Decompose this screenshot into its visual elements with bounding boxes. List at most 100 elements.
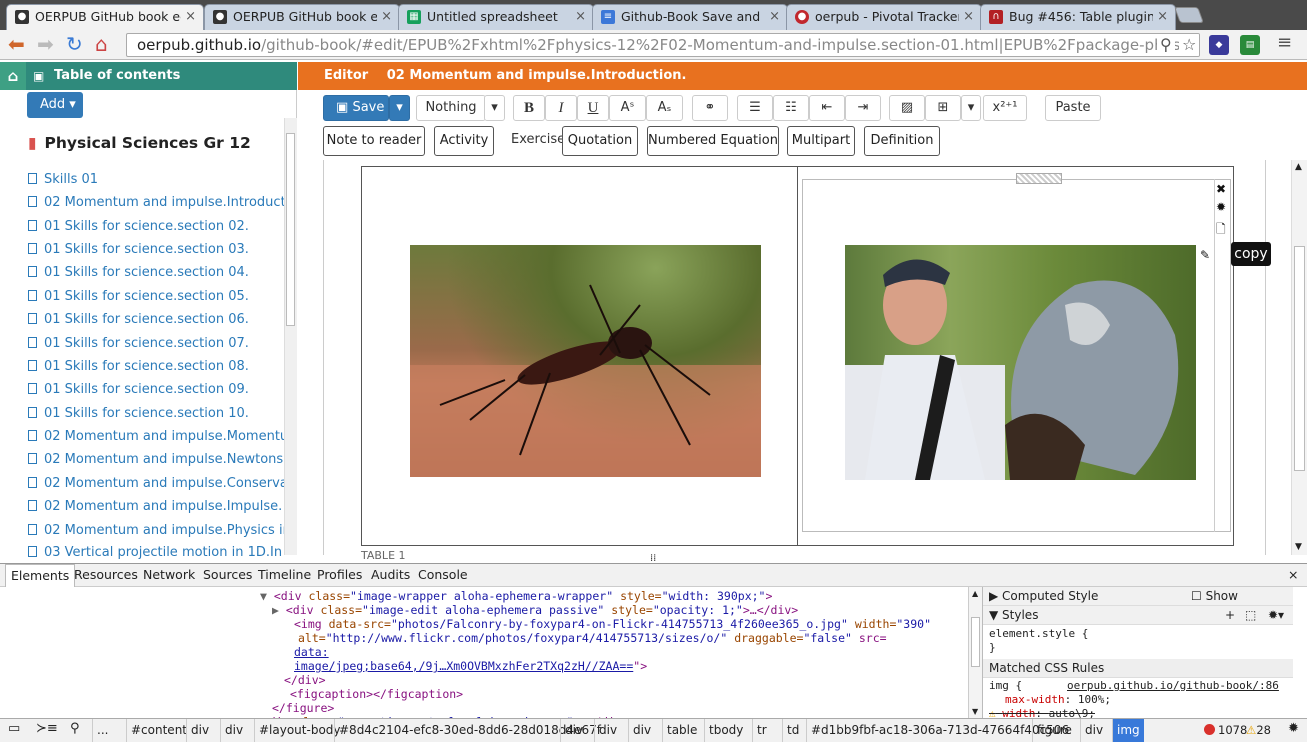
breadcrumb-item[interactable]: figure <box>1032 719 1076 742</box>
activity-button[interactable]: Activity <box>434 126 494 156</box>
dom-node-line[interactable]: </figure> <box>272 701 334 715</box>
close-icon[interactable]: × <box>1157 5 1168 29</box>
tab-network[interactable]: Network <box>143 564 195 587</box>
scroll-up-icon[interactable]: ▲ <box>1295 162 1302 172</box>
toc-item[interactable]: 01 Skills for science.section 02. <box>28 217 284 237</box>
breadcrumb-item[interactable]: img <box>1112 719 1144 742</box>
error-counter[interactable]: 1078 <box>1204 723 1247 737</box>
dock-icon[interactable]: ▭ <box>8 721 20 736</box>
toc-item[interactable]: 02 Momentum and impulse.Conservation <box>28 474 284 494</box>
numbered-list-icon[interactable]: ☷ <box>773 95 809 121</box>
note-to-reader-button[interactable]: Note to reader <box>323 126 425 156</box>
breadcrumb-item[interactable]: div <box>1080 719 1107 742</box>
expand-arrow-icon[interactable]: ▼ <box>260 589 274 603</box>
bookmark-star-icon[interactable]: ☆ <box>1179 34 1199 56</box>
search-icon[interactable]: ⚲ <box>70 721 80 736</box>
save-button[interactable]: ▣ Save <box>323 95 389 121</box>
book-title[interactable]: ▮ Physical Sciences Gr 12 <box>28 134 251 152</box>
scroll-up-icon[interactable]: ▲ <box>972 589 978 598</box>
toc-item[interactable]: 01 Skills for science.section 06. <box>28 310 284 330</box>
search-icon[interactable]: ⚲ <box>1157 34 1175 56</box>
elements-scrollbar[interactable]: ▲ ▼ <box>968 587 982 718</box>
breadcrumb-item[interactable]: ... <box>92 719 112 742</box>
tab-timeline[interactable]: Timeline <box>258 564 311 587</box>
rule-selector[interactable]: img { <box>989 679 1022 692</box>
console-drawer-icon[interactable]: ≻≡ <box>36 721 58 736</box>
toc-item[interactable]: 01 Skills for science.section 03. <box>28 240 284 260</box>
computed-style-section[interactable]: ▶ Computed Style ☐ Show inherited <box>983 587 1293 621</box>
subscript-icon[interactable]: Aₛ <box>646 95 683 121</box>
toc-item[interactable]: 01 Skills for science.section 09. <box>28 380 284 400</box>
browser-tab-1[interactable]: ● OERPUB GitHub book edi × <box>204 4 400 30</box>
toc-item[interactable]: 02 Momentum and impulse.Momentum <box>28 427 284 447</box>
bold-button[interactable]: B <box>513 95 545 121</box>
toc-item[interactable]: 02 Momentum and impulse.Impulse. <box>28 497 284 517</box>
dom-node-line[interactable]: <figcaption></figcaption> <box>290 687 463 701</box>
toc-scroll-thumb[interactable] <box>286 133 295 326</box>
breadcrumb-item[interactable]: tbody <box>704 719 747 742</box>
settings-icon[interactable]: ✹ <box>1288 721 1299 736</box>
close-icon[interactable]: ✖ <box>1216 182 1226 196</box>
save-dropdown[interactable]: ▾ <box>389 95 410 121</box>
close-icon[interactable]: × <box>185 5 196 29</box>
italic-button[interactable]: I <box>545 95 577 121</box>
dom-node-line[interactable]: ▶ <div class="image-edit aloha-ephemera … <box>272 603 798 617</box>
drag-handle[interactable] <box>1016 173 1062 184</box>
underline-button[interactable]: U <box>577 95 609 121</box>
url-bar[interactable]: oerpub.github.io/github-book/#edit/EPUB%… <box>126 33 1200 57</box>
math-button[interactable]: x²⁺¹ <box>983 95 1027 121</box>
close-icon[interactable]: × <box>1288 564 1298 587</box>
breadcrumb-item[interactable]: div <box>560 719 587 742</box>
toc-item[interactable]: Skills 01 <box>28 170 284 190</box>
browser-tab-4[interactable]: ● oerpub - Pivotal Tracker × <box>786 4 982 30</box>
breadcrumb-item[interactable]: td <box>782 719 803 742</box>
extension-icon[interactable]: ◆ <box>1209 35 1229 55</box>
outdent-icon[interactable]: ⇤ <box>809 95 845 121</box>
toc-item[interactable]: 01 Skills for science.section 08. <box>28 357 284 377</box>
tab-elements[interactable]: Elements <box>5 564 76 587</box>
toc-item[interactable]: 02 Momentum and impulse.Newtons <box>28 450 284 470</box>
image-icon[interactable]: ▨ <box>889 95 925 121</box>
definition-button[interactable]: Definition <box>864 126 940 156</box>
toc-item[interactable]: 01 Skills for science.section 05. <box>28 287 284 307</box>
rule-source-link[interactable]: oerpub.github.io/github-book/:86 <box>1067 679 1279 692</box>
close-icon[interactable]: × <box>963 5 974 29</box>
scroll-down-icon[interactable]: ▼ <box>1295 542 1302 552</box>
format-select[interactable]: Nothing <box>416 95 486 121</box>
copy-icon[interactable]: 🗋 <box>1216 220 1226 241</box>
toc-item[interactable]: 01 Skills for science.section 10. <box>28 404 284 424</box>
browser-tab-2[interactable]: ▦ Untitled spreadsheet × <box>398 4 594 30</box>
table-dropdown[interactable]: ▾ <box>961 95 981 121</box>
editor-scrollbar[interactable]: ▲ ▼ <box>1291 160 1307 555</box>
multipart-button[interactable]: Multipart <box>787 126 855 156</box>
dom-node-line[interactable]: </div> <box>284 673 326 687</box>
close-icon[interactable]: × <box>575 5 586 29</box>
scroll-thumb[interactable] <box>971 617 980 667</box>
paste-button[interactable]: Paste <box>1045 95 1101 121</box>
add-rule-icon[interactable]: + <box>1225 606 1235 624</box>
menu-icon[interactable]: ≡ <box>1277 32 1292 54</box>
dom-node-line[interactable]: alt="http://www.flickr.com/photos/foxypa… <box>298 631 887 645</box>
extension-icon[interactable]: ▤ <box>1240 35 1260 55</box>
tab-console[interactable]: Console <box>418 564 468 587</box>
table-icon[interactable]: ⊞ <box>925 95 961 121</box>
dom-node-line[interactable]: <img data-src="photos/Falconry-by-foxypa… <box>294 617 931 631</box>
breadcrumb-item[interactable]: div <box>594 719 621 742</box>
add-button[interactable]: Add ▾ <box>27 92 83 118</box>
tab-sources[interactable]: Sources <box>203 564 252 587</box>
toc-item[interactable]: 01 Skills for science.section 04. <box>28 263 284 283</box>
falconry-image[interactable] <box>845 245 1196 480</box>
close-icon[interactable]: × <box>381 5 392 29</box>
scroll-thumb[interactable] <box>1294 246 1305 471</box>
dom-node-line[interactable]: image/jpeg;base64,/9j…Xm0OVBMxzhFer2TXq2… <box>294 659 647 673</box>
indent-icon[interactable]: ⇥ <box>845 95 881 121</box>
back-icon[interactable]: ⬅ <box>8 33 25 55</box>
breadcrumb-item[interactable]: div <box>220 719 247 742</box>
element-style-rule[interactable]: element.style { <box>989 627 1088 640</box>
superscript-icon[interactable]: Aˢ <box>609 95 646 121</box>
browser-tab-5[interactable]: ∩ Bug #456: Table plugin n × <box>980 4 1176 30</box>
gear-icon[interactable]: ✹ <box>1216 200 1226 214</box>
forward-icon[interactable]: ➡ <box>37 33 54 55</box>
breadcrumb-item[interactable]: div <box>628 719 655 742</box>
browser-tab-0[interactable]: ● OERPUB GitHub book edi × <box>6 4 204 30</box>
